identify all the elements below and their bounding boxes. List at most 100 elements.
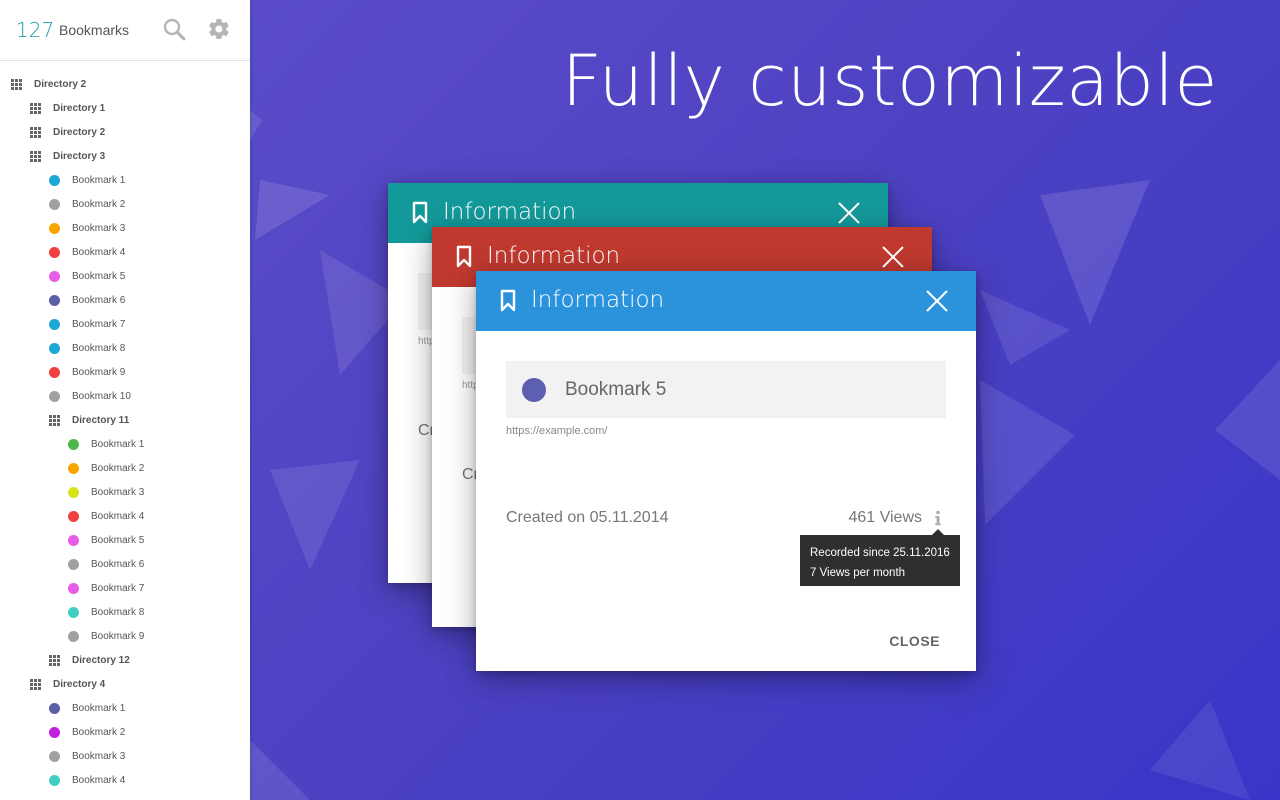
search-icon[interactable] <box>162 17 186 41</box>
bookmark-color-dot <box>68 438 79 450</box>
folder-grid-icon <box>11 78 22 90</box>
tree-bookmark[interactable]: Bookmark 3 <box>0 480 250 504</box>
tree-item-label: Bookmark 4 <box>72 246 126 258</box>
bookmark-color-dot <box>68 558 79 570</box>
tree-item-label: Bookmark 9 <box>91 630 145 642</box>
bookmark-color-dot <box>522 378 546 402</box>
bookmark-color-dot <box>68 534 79 546</box>
bookmark-color-dot <box>49 750 60 762</box>
tree-item-label: Bookmark 8 <box>72 342 126 354</box>
close-icon[interactable] <box>926 290 948 312</box>
tree-bookmark[interactable]: Bookmark 1 <box>0 696 250 720</box>
tree-item-label: Bookmark 8 <box>91 606 145 618</box>
tree-directory[interactable]: Directory 11 <box>0 408 250 432</box>
tree-bookmark[interactable]: Bookmark 7 <box>0 576 250 600</box>
tree-item-label: Bookmark 5 <box>72 270 126 282</box>
bookmark-box[interactable]: Bookmark 5 <box>506 361 946 418</box>
bookmark-color-dot <box>49 390 60 402</box>
tree-bookmark[interactable]: Bookmark 8 <box>0 600 250 624</box>
tree-bookmark[interactable]: Bookmark 8 <box>0 336 250 360</box>
bookmark-color-dot <box>49 318 60 330</box>
tree-bookmark[interactable]: Bookmark 4 <box>0 240 250 264</box>
bookmark-color-dot <box>49 294 60 306</box>
tree-bookmark[interactable]: Bookmark 9 <box>0 360 250 384</box>
tree-bookmark[interactable]: Bookmark 6 <box>0 552 250 576</box>
tree-bookmark[interactable]: Bookmark 1 <box>0 432 250 456</box>
dialog-title: Information <box>531 287 665 313</box>
bookmark-color-dot <box>49 246 60 258</box>
tree-bookmark[interactable]: Bookmark 2 <box>0 456 250 480</box>
bookmark-count: 127 <box>16 18 55 42</box>
tree-directory[interactable]: Directory 3 <box>0 144 250 168</box>
tree-item-label: Bookmark 9 <box>72 366 126 378</box>
tree-bookmark[interactable]: Bookmark 3 <box>0 744 250 768</box>
folder-grid-icon <box>30 678 41 690</box>
close-button[interactable]: CLOSE <box>889 633 940 649</box>
bookmark-color-dot <box>68 606 79 618</box>
headline: Fully customizable <box>561 40 1218 122</box>
dialog-header: Information <box>476 271 976 331</box>
view-count: 461 Views <box>848 509 922 526</box>
folder-grid-icon <box>30 102 41 114</box>
close-icon[interactable] <box>882 246 904 268</box>
tree-item-label: Directory 3 <box>53 150 106 162</box>
bookmark-color-dot <box>68 486 79 498</box>
tree-bookmark[interactable]: Bookmark 5 <box>0 264 250 288</box>
tree-directory[interactable]: Directory 12 <box>0 648 250 672</box>
tree-bookmark[interactable]: Bookmark 3 <box>0 216 250 240</box>
tree-item-label: Bookmark 6 <box>91 558 145 570</box>
bookmark-color-dot <box>49 174 60 186</box>
bookmark-color-dot <box>49 774 60 786</box>
tree-item-label: Bookmark 1 <box>72 702 126 714</box>
tree-item-label: Directory 2 <box>53 126 106 138</box>
tree-item-label: Bookmark 3 <box>91 486 145 498</box>
tree-bookmark[interactable]: Bookmark 7 <box>0 312 250 336</box>
bookmark-icon <box>412 201 428 224</box>
tree-directory[interactable]: Directory 2 <box>0 72 250 96</box>
tree-item-label: Bookmark 2 <box>72 726 126 738</box>
info-icon[interactable] <box>932 509 944 527</box>
bookmark-color-dot <box>49 222 60 234</box>
tree-directory[interactable]: Directory 1 <box>0 96 250 120</box>
bookmark-color-dot <box>68 630 79 642</box>
tree-item-label: Bookmark 6 <box>72 294 126 306</box>
tooltip-line: Recorded since 25.11.2016 <box>810 547 950 559</box>
sidebar-title: Bookmarks <box>59 22 130 38</box>
tree-bookmark[interactable]: Bookmark 9 <box>0 624 250 648</box>
tree-item-label: Directory 4 <box>53 678 106 690</box>
folder-grid-icon <box>49 414 60 426</box>
tree-item-label: Directory 11 <box>72 414 130 426</box>
folder-grid-icon <box>30 150 41 162</box>
tree-bookmark[interactable]: Bookmark 2 <box>0 192 250 216</box>
tree-bookmark[interactable]: Bookmark 4 <box>0 504 250 528</box>
bookmark-color-dot <box>49 270 60 282</box>
dialog-title: Information <box>443 199 577 225</box>
tree-bookmark[interactable]: Bookmark 10 <box>0 384 250 408</box>
tree-bookmark[interactable]: Bookmark 6 <box>0 288 250 312</box>
bookmark-icon <box>456 245 472 268</box>
tree-bookmark[interactable]: Bookmark 4 <box>0 768 250 792</box>
views-tooltip: Recorded since 25.11.2016 7 Views per mo… <box>800 529 960 586</box>
tree-item-label: Bookmark 5 <box>91 534 145 546</box>
gear-icon[interactable] <box>207 17 231 41</box>
tree-item-label: Bookmark 4 <box>91 510 145 522</box>
bookmark-url[interactable]: https://example.com/ <box>506 425 608 437</box>
close-icon[interactable] <box>838 202 860 224</box>
tree-item-label: Bookmark 3 <box>72 750 126 762</box>
bookmark-color-dot <box>49 366 60 378</box>
tree-bookmark[interactable]: Bookmark 1 <box>0 168 250 192</box>
tree-item-label: Bookmark 3 <box>72 222 126 234</box>
tree-directory[interactable]: Directory 4 <box>0 672 250 696</box>
tree-bookmark[interactable]: Bookmark 2 <box>0 720 250 744</box>
tree-bookmark[interactable]: Bookmark 5 <box>0 528 250 552</box>
tree-item-label: Bookmark 2 <box>72 198 126 210</box>
dialog-title: Information <box>487 243 621 269</box>
tree-item-label: Bookmark 1 <box>91 438 145 450</box>
bookmark-color-dot <box>68 462 79 474</box>
tree-directory[interactable]: Directory 2 <box>0 120 250 144</box>
bookmark-color-dot <box>49 198 60 210</box>
created-date: Created on 05.11.2014 <box>506 509 669 526</box>
folder-grid-icon <box>30 126 41 138</box>
sidebar: 127 Bookmarks Directory 2 Directory 1 Dire… <box>0 0 250 800</box>
bookmark-icon <box>500 289 516 312</box>
